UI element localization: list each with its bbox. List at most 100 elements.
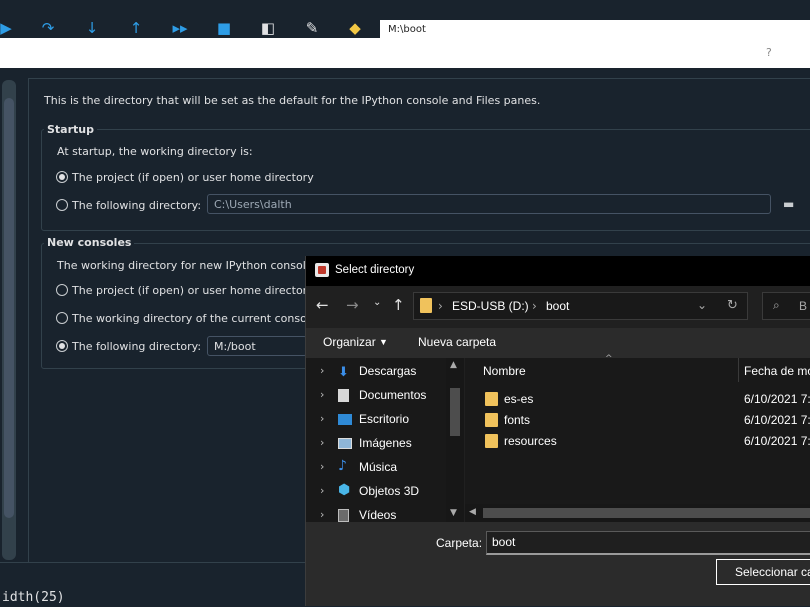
folder-input[interactable]: boot — [486, 531, 810, 555]
up-arrow-icon[interactable]: ↑ — [392, 296, 405, 314]
step-return-icon[interactable]: ↑ — [124, 18, 148, 38]
refresh-icon[interactable]: ↻ — [727, 298, 738, 313]
folder-browse-icon[interactable]: ▬ — [783, 197, 794, 211]
forward-arrow-icon[interactable]: → — [346, 296, 359, 314]
scroll-down-icon[interactable]: ▼ — [450, 508, 457, 518]
nav-item-objetos-3d[interactable]: › ⬢ Objetos 3D — [306, 480, 464, 504]
consoles-directory-input[interactable]: M:/boot — [207, 336, 307, 356]
file-date: 6/10/2021 7:1 — [744, 413, 810, 427]
recent-chevron-icon[interactable]: ⌄ — [373, 297, 381, 308]
nav-scrollbar[interactable]: ▲ ▼ — [446, 358, 464, 522]
sort-ascending-icon: ^ — [605, 354, 613, 364]
expand-chevron-icon[interactable]: › — [320, 460, 324, 473]
help-button[interactable]: ? — [766, 46, 772, 59]
nav-item-descargas[interactable]: › ⬇ Descargas — [306, 360, 464, 384]
folder-icon — [485, 392, 498, 406]
python-icon[interactable]: ◆ — [343, 18, 367, 38]
expand-chevron-icon[interactable]: › — [320, 412, 324, 425]
nav-scrollbar-thumb[interactable] — [450, 388, 460, 436]
expand-chevron-icon[interactable]: › — [320, 388, 324, 401]
new-consoles-description: The working directory for new IPython co… — [57, 259, 335, 272]
search-box[interactable]: ⌕ B — [762, 292, 810, 320]
consoles-current-label[interactable]: The working directory of the current con… — [72, 312, 317, 325]
nav-item-label: Vídeos — [359, 508, 397, 522]
file-name: es-es — [504, 392, 534, 406]
continue-fast-icon[interactable]: ▸▸ — [168, 18, 192, 38]
folder-icon — [485, 434, 498, 448]
new-folder-button[interactable]: Nueva carpeta — [418, 335, 496, 349]
startup-following-label[interactable]: The following directory: — [72, 199, 201, 212]
folder-icon — [420, 298, 432, 313]
startup-project-label[interactable]: The project (if open) or user home direc… — [72, 171, 314, 184]
organize-dropdown-icon[interactable]: ▼ — [379, 337, 388, 347]
file-row-es-es[interactable]: es-es 6/10/2021 7:1 — [465, 389, 810, 409]
expand-chevron-icon[interactable]: › — [320, 508, 324, 521]
scroll-up-icon[interactable]: ▲ — [450, 360, 457, 370]
file-date: 6/10/2021 7:1 — [744, 392, 810, 406]
left-scrollbar-thumb[interactable] — [4, 98, 14, 518]
history-chevron-icon[interactable]: ⌄ — [697, 298, 707, 312]
desktop-icon — [338, 414, 352, 425]
address-bar[interactable]: › ESD-USB (D:) › boot ⌄ ↻ — [413, 292, 748, 320]
nav-item-imagenes[interactable]: › Imágenes — [306, 432, 464, 456]
consoles-following-label[interactable]: The following directory: — [72, 340, 201, 353]
videos-icon — [338, 509, 349, 522]
dialog-titlebar: Select directory — [306, 256, 810, 286]
objects-3d-icon: ⬢ — [338, 482, 351, 498]
file-name: resources — [504, 434, 557, 448]
horizontal-scrollbar-thumb[interactable] — [483, 508, 810, 518]
nav-item-escritorio[interactable]: › Escritorio — [306, 408, 464, 432]
consoles-current-radio[interactable] — [56, 312, 68, 324]
nav-item-label: Imágenes — [359, 436, 412, 450]
back-arrow-icon[interactable]: ← — [316, 296, 329, 314]
nav-item-label: Descargas — [359, 364, 417, 378]
startup-directory-input[interactable]: C:\Users\dalth — [207, 194, 771, 214]
file-list: Nombre ^ Fecha de mo es-es 6/10/2021 7:1… — [465, 354, 810, 522]
column-divider[interactable] — [738, 358, 739, 382]
nav-item-label: Música — [359, 460, 398, 474]
column-header-date[interactable]: Fecha de mo — [744, 364, 810, 378]
file-name: fonts — [504, 413, 531, 427]
expand-chevron-icon[interactable]: › — [320, 436, 324, 449]
panel-intro: This is the directory that will be set a… — [44, 94, 541, 107]
file-row-fonts[interactable]: fonts 6/10/2021 7:1 — [465, 410, 810, 430]
nav-item-label: Objetos 3D — [359, 484, 420, 498]
scroll-left-icon[interactable]: ◀ — [469, 507, 476, 517]
search-icon: ⌕ — [773, 298, 780, 312]
breadcrumb-drive[interactable]: ESD-USB (D:) — [452, 299, 529, 313]
editor-code-line: idth(25) — [2, 590, 65, 605]
wrench-icon[interactable]: ✎ — [300, 18, 324, 38]
breadcrumb-boot[interactable]: boot — [546, 299, 569, 313]
startup-following-radio[interactable] — [56, 199, 68, 211]
startup-project-radio[interactable] — [56, 171, 68, 183]
consoles-following-radio[interactable] — [56, 340, 68, 352]
continue-icon[interactable]: ▶ — [0, 18, 18, 38]
organize-menu[interactable]: Organizar — [323, 335, 376, 349]
select-folder-button[interactable]: Seleccionar ca — [716, 559, 810, 585]
nav-item-documentos[interactable]: › Documentos — [306, 384, 464, 408]
working-directory-path[interactable]: M:\boot — [380, 20, 810, 38]
startup-title: Startup — [44, 123, 97, 136]
stop-icon[interactable]: ■ — [212, 18, 236, 38]
nav-item-musica[interactable]: › ♪ Música — [306, 456, 464, 480]
select-directory-dialog: Select directory ← → ⌄ ↑ › ESD-USB (D:) … — [305, 256, 810, 606]
new-consoles-title: New consoles — [44, 236, 135, 249]
step-over-icon[interactable]: ↷ — [36, 18, 60, 38]
search-placeholder: B — [799, 299, 808, 313]
file-row-resources[interactable]: resources 6/10/2021 7:1 — [465, 431, 810, 451]
music-icon: ♪ — [338, 458, 347, 474]
expand-chevron-icon[interactable]: › — [320, 364, 324, 377]
navigation-row: ← → ⌄ ↑ › ESD-USB (D:) › boot ⌄ ↻ ⌕ B — [306, 286, 810, 328]
expand-chevron-icon[interactable]: › — [320, 484, 324, 497]
panes-icon[interactable]: ◧ — [256, 18, 280, 38]
consoles-project-radio[interactable] — [56, 284, 68, 296]
dialog-title: Select directory — [335, 264, 415, 276]
folder-label: Carpeta: — [436, 536, 483, 550]
nav-item-label: Documentos — [359, 388, 427, 402]
images-icon — [338, 438, 352, 449]
breadcrumb-separator-icon: › — [438, 299, 443, 313]
breadcrumb-separator-icon: › — [532, 299, 537, 313]
consoles-project-label[interactable]: The project (if open) or user home direc… — [72, 284, 314, 297]
step-into-icon[interactable]: ↓ — [80, 18, 104, 38]
column-header-name[interactable]: Nombre — [483, 364, 526, 378]
